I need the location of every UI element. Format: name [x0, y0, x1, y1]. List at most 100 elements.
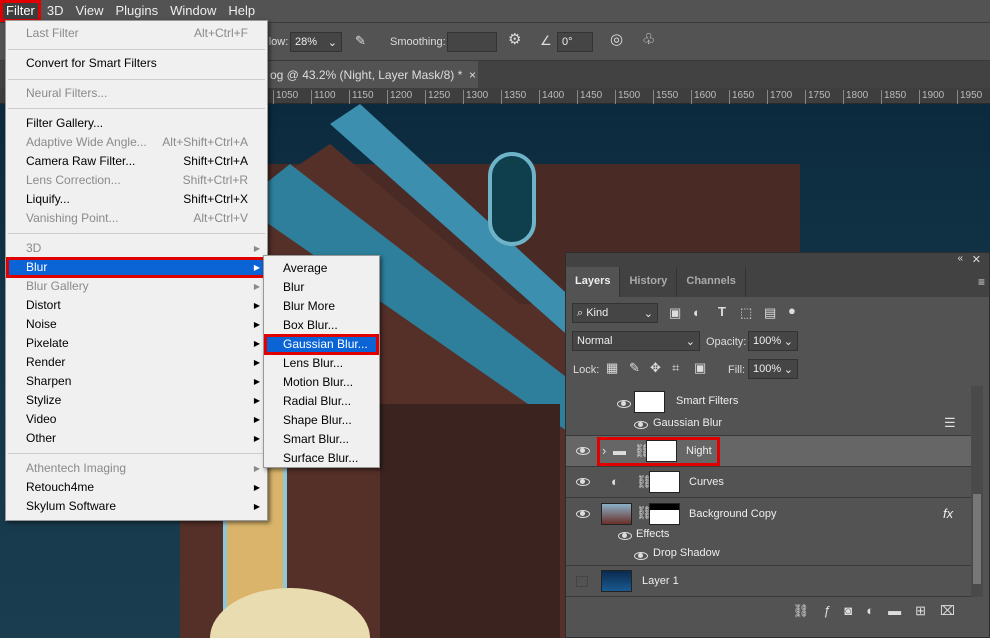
fill-input[interactable]: 100% ⌄ [748, 359, 798, 379]
new-layer-icon[interactable]: ⊞ [915, 603, 926, 627]
shape-filter-icon[interactable]: ⬚ [740, 305, 752, 320]
eye-icon[interactable] [617, 400, 631, 408]
layer-mask-thumbnail[interactable] [649, 503, 680, 525]
menu-item-noise[interactable]: Noise ▶ [7, 315, 266, 334]
link-layers-icon[interactable]: ⛓ [793, 603, 810, 627]
symmetry-icon[interactable]: ♧ [642, 32, 655, 47]
adjustment-filter-icon[interactable]: ◐ [693, 305, 701, 320]
close-tab-icon[interactable]: × [469, 68, 476, 82]
airbrush-icon[interactable]: ✎ [355, 33, 366, 48]
filter-options-icon[interactable]: ☰ [944, 415, 956, 430]
shortcut: Alt+Ctrl+F [193, 26, 248, 40]
blend-mode-select[interactable]: Normal ⌄ [572, 331, 700, 351]
smart-object-filter-icon[interactable]: ▤ [764, 305, 776, 320]
tab-layers[interactable]: Layers [566, 267, 621, 297]
eye-icon[interactable] [634, 552, 648, 560]
new-group-icon[interactable]: ▬ [888, 603, 901, 627]
label: Retouch4me [26, 480, 95, 494]
menu-window[interactable]: Window [164, 0, 222, 22]
angle-input[interactable]: 0° [557, 32, 593, 52]
eye-icon[interactable] [576, 478, 590, 486]
menu-filter[interactable]: Filter [0, 0, 41, 22]
layer-mask-thumbnail[interactable] [649, 471, 680, 493]
collapse-icon[interactable]: « [957, 253, 963, 264]
shortcut: Shift+Ctrl+A [183, 154, 248, 168]
submenu-item-lens-blur[interactable]: Lens Blur... [265, 354, 378, 373]
flow-input[interactable]: 28% ⌄ [290, 32, 342, 52]
close-panel-icon[interactable]: ✕ [972, 253, 981, 266]
type-filter-icon[interactable]: T [718, 304, 726, 319]
menu-item-sharpen[interactable]: Sharpen ▶ [7, 372, 266, 391]
lock-position-icon[interactable]: ✥ [650, 360, 661, 375]
smart-filters-row[interactable]: Smart Filters Gaussian Blur ☰ [566, 386, 971, 436]
submenu-item-blur-more[interactable]: Blur More [265, 297, 378, 316]
gear-icon[interactable]: ⚙ [508, 32, 521, 47]
submenu-item-average[interactable]: Average [265, 259, 378, 278]
menu-item-skylum[interactable]: Skylum Software ▶ [7, 497, 266, 516]
lock-paint-icon[interactable]: ✎ [629, 360, 640, 375]
lock-artboard-icon[interactable]: ⌗ [672, 360, 679, 375]
menu-item-liquify[interactable]: Liquify... Shift+Ctrl+X [7, 190, 266, 209]
eye-icon[interactable] [576, 447, 590, 455]
layer-curves[interactable]: ◐ ⛓ Curves [566, 467, 971, 498]
menu-help[interactable]: Help [222, 0, 261, 22]
menu-item-neural-filters[interactable]: Neural Filters... [7, 84, 266, 103]
menu-item-blur[interactable]: Blur ▶ [6, 257, 267, 278]
new-adjustment-icon[interactable]: ◐ [866, 603, 874, 627]
layer-night[interactable]: › ▬ ⛓ Night [566, 436, 971, 467]
menu-view[interactable]: View [70, 0, 110, 22]
submenu-item-box-blur[interactable]: Box Blur... [265, 316, 378, 335]
menu-item-camera-raw[interactable]: Camera Raw Filter... Shift+Ctrl+A [7, 152, 266, 171]
submenu-item-shape-blur[interactable]: Shape Blur... [265, 411, 378, 430]
menu-plugins[interactable]: Plugins [109, 0, 164, 22]
tab-history[interactable]: History [620, 267, 678, 297]
submenu-item-radial-blur[interactable]: Radial Blur... [265, 392, 378, 411]
expand-chevron-icon[interactable]: › [602, 443, 606, 458]
menu-item-stylize[interactable]: Stylize ▶ [7, 391, 266, 410]
submenu-item-motion-blur[interactable]: Motion Blur... [265, 373, 378, 392]
menu-item-pixelate[interactable]: Pixelate ▶ [7, 334, 266, 353]
eye-icon[interactable] [618, 532, 632, 540]
tab-channels[interactable]: Channels [677, 267, 746, 297]
layer-background-copy[interactable]: ⛓ Background Copy fx Effects Drop Shadow [566, 498, 971, 566]
submenu-arrow-icon: ▶ [253, 358, 260, 367]
menu-item-lens-correction[interactable]: Lens Correction... Shift+Ctrl+R [7, 171, 266, 190]
menu-item-3d[interactable]: 3D ▶ [7, 239, 266, 258]
layer-1[interactable]: Layer 1 [566, 566, 971, 597]
menu-item-distort[interactable]: Distort ▶ [7, 296, 266, 315]
pressure-icon[interactable]: ◎ [610, 32, 623, 47]
menu-item-adaptive-wide-angle[interactable]: Adaptive Wide Angle... Alt+Shift+Ctrl+A [7, 133, 266, 152]
lock-all-icon[interactable]: ▣ [694, 360, 706, 375]
eye-icon[interactable] [576, 510, 590, 518]
layers-scrollbar[interactable] [971, 386, 983, 597]
menu-item-other[interactable]: Other ▶ [7, 429, 266, 448]
layer-mask-thumbnail[interactable] [646, 440, 677, 462]
submenu-item-smart-blur[interactable]: Smart Blur... [265, 430, 378, 449]
fx-icon[interactable]: fx [943, 506, 953, 521]
pixel-filter-icon[interactable]: ▣ [669, 305, 681, 320]
add-style-icon[interactable]: ƒ [823, 603, 830, 627]
lock-transparent-icon[interactable]: ▦ [606, 360, 618, 375]
menu-item-blur-gallery[interactable]: Blur Gallery ▶ [7, 277, 266, 296]
panel-menu-icon[interactable]: ≡ [978, 275, 985, 289]
filter-toggle-icon[interactable]: ● [788, 303, 796, 318]
add-mask-icon[interactable]: ◙ [844, 603, 852, 627]
menu-item-last-filter[interactable]: Last Filter Alt+Ctrl+F [7, 24, 266, 43]
menu-item-video[interactable]: Video ▶ [7, 410, 266, 429]
eye-icon[interactable] [634, 421, 648, 429]
submenu-item-surface-blur[interactable]: Surface Blur... [265, 449, 378, 468]
visibility-toggle[interactable] [576, 576, 588, 587]
submenu-item-blur[interactable]: Blur [265, 278, 378, 297]
menu-item-convert-smart-filters[interactable]: Convert for Smart Filters [7, 54, 266, 73]
delete-layer-icon[interactable]: ⌧ [940, 603, 955, 627]
menu-item-filter-gallery[interactable]: Filter Gallery... [7, 114, 266, 133]
smoothing-input[interactable] [447, 32, 497, 52]
menu-item-retouch4me[interactable]: Retouch4me ▶ [7, 478, 266, 497]
opacity-input[interactable]: 100% ⌄ [748, 331, 798, 351]
menu-3d[interactable]: 3D [41, 0, 70, 22]
menu-item-render[interactable]: Render ▶ [7, 353, 266, 372]
kind-filter-select[interactable]: ⌕ Kind ⌄ [572, 303, 658, 323]
submenu-item-gaussian-blur[interactable]: Gaussian Blur... [264, 334, 379, 355]
menu-item-athentech[interactable]: Athentech Imaging ▶ [7, 459, 266, 478]
menu-item-vanishing-point[interactable]: Vanishing Point... Alt+Ctrl+V [7, 209, 266, 228]
